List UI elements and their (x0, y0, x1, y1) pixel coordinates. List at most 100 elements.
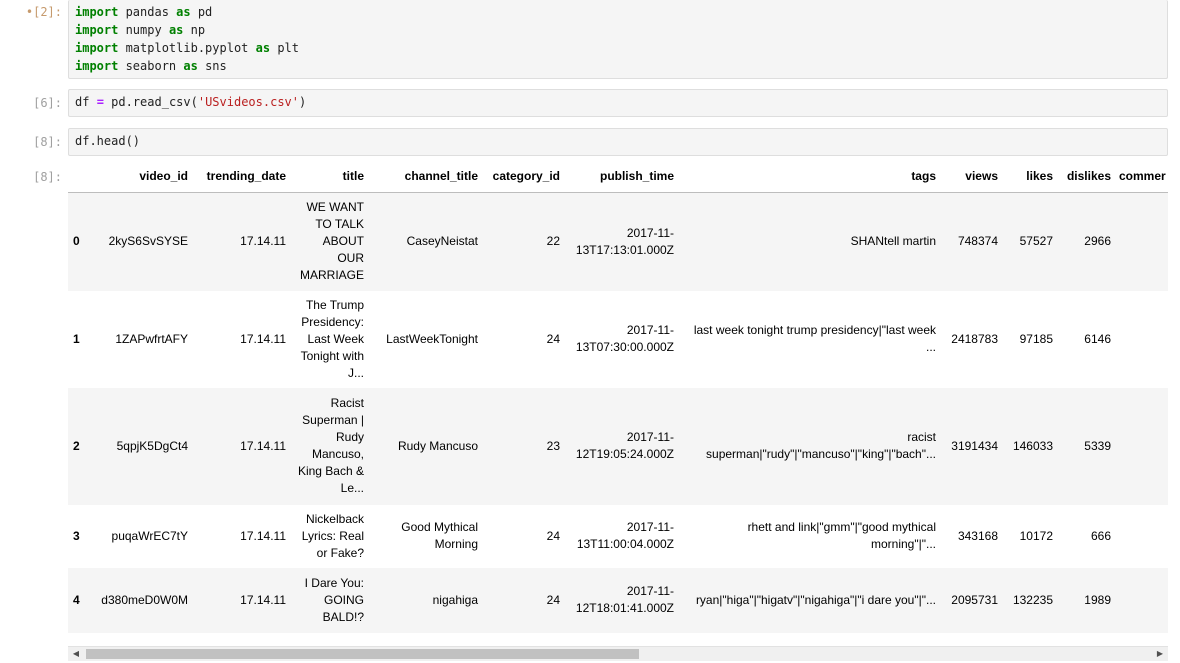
code-line: import matplotlib.pyplot as plt (75, 39, 1161, 57)
code-line: df.head() (75, 132, 1161, 150)
row-index: 3 (73, 528, 80, 543)
column-header: dislikes (1057, 160, 1115, 193)
dataframe-table: video_id trending_date title channel_title c… (68, 160, 1168, 633)
code-token: import (75, 59, 119, 73)
column-header: commer (1115, 160, 1168, 193)
column-header: channel_title (368, 160, 482, 193)
code-token: pandas (118, 5, 177, 19)
row-index: 1 (73, 331, 80, 346)
cell-likes: 10172 (1019, 528, 1053, 543)
code-token: as (255, 41, 271, 55)
cell-publish-time: 2017-11-12T18:01:41.000Z (575, 584, 674, 615)
cell-category-id: 24 (546, 592, 560, 607)
cell-channel-title: LastWeekTonight (386, 331, 478, 346)
cell-views: 2095731 (951, 592, 998, 607)
cell-views: 3191434 (951, 438, 998, 453)
row-index: 0 (73, 234, 80, 249)
cell-tags: racist superman|"rudy"|"mancuso"|"king"|… (706, 430, 936, 461)
cell-publish-time: 2017-11-13T11:00:04.000Z (576, 520, 674, 551)
code-token: import (75, 41, 119, 55)
column-header: trending_date (192, 160, 290, 193)
row-index: 4 (73, 592, 80, 607)
cell-title: Racist Superman | Rudy Mancuso, King Bac… (297, 396, 364, 495)
cell-title: The Trump Presidency: Last Week Tonight … (300, 297, 364, 380)
table-row: 1 1ZAPwfrtAFY 17.14.11 The Trump Presidency… (68, 290, 1168, 388)
horizontal-scrollbar[interactable]: ◀ ▶ (68, 646, 1168, 661)
cell-prompt: •[2]: (25, 5, 62, 19)
cell-category-id: 22 (546, 234, 560, 249)
code-token: np (183, 23, 206, 37)
code-token: import (75, 5, 119, 19)
cell-channel-title: Rudy Mancuso (397, 438, 478, 453)
cell-video-id: puqaWrEC7tY (111, 528, 188, 543)
cell-dislikes: 1989 (1084, 592, 1111, 607)
column-header (68, 160, 88, 193)
cell-comments (1115, 291, 1168, 388)
scroll-right-icon[interactable]: ▶ (1152, 647, 1168, 661)
table-row: 4 d380meD0W0M 17.14.11 I Dare You: GOING BA… (68, 567, 1168, 633)
code-token: as (183, 59, 198, 73)
cell-prompt: [6]: (33, 96, 62, 110)
cell-trending-date: 17.14.11 (240, 528, 286, 543)
code-editor[interactable]: df = pd.read_csv('USvideos.csv') (68, 89, 1168, 117)
cell-tags: last week tonight trump presidency|"last… (693, 323, 936, 354)
column-header: video_id (88, 160, 192, 193)
code-token: pd.read_csv( (103, 95, 198, 109)
scrollbar-thumb[interactable] (86, 649, 639, 659)
cell-comments (1115, 193, 1168, 291)
code-line: import numpy as np (75, 21, 1161, 39)
cell-video-id: d380meD0W0M (101, 592, 188, 607)
code-editor[interactable]: import pandas as pd import numpy as np imp… (68, 0, 1168, 79)
code-token: as (176, 5, 191, 19)
cell-dislikes: 2966 (1084, 234, 1111, 249)
cell-likes: 132235 (1012, 592, 1053, 607)
cell-trending-date: 17.14.11 (240, 438, 286, 453)
code-line: df = pd.read_csv('USvideos.csv') (75, 93, 1161, 111)
row-index: 2 (73, 438, 80, 453)
code-token: import (75, 23, 119, 37)
cell-title: I Dare You: GOING BALD!? (304, 575, 364, 624)
dataframe-output: video_id trending_date title channel_title c… (68, 160, 1168, 646)
cell-tags: ryan|"higa"|"higatv"|"nigahiga"|"i dare … (695, 592, 936, 607)
table-row: 3 puqaWrEC7tY 17.14.11 Nickelback Lyrics: R… (68, 504, 1168, 568)
code-editor[interactable]: df.head() (68, 128, 1168, 156)
cell-likes: 57527 (1019, 234, 1053, 249)
cell-trending-date: 17.14.11 (240, 331, 286, 346)
cell-category-id: 23 (546, 438, 560, 453)
column-header: category_id (482, 160, 564, 193)
notebook: •[2]: import pandas as pd import numpy as… (0, 0, 1180, 663)
cell-category-id: 24 (546, 528, 560, 543)
cell-prompt: [8]: (33, 135, 62, 149)
output-prompt: [8]: (33, 170, 62, 184)
cell-views: 2418783 (951, 331, 998, 346)
column-header: tags (678, 160, 940, 193)
cell-trending-date: 17.14.11 (240, 592, 286, 607)
cell-dislikes: 666 (1090, 528, 1111, 543)
cell-publish-time: 2017-11-13T17:13:01.000Z (575, 225, 674, 257)
code-token: 'USvideos.csv' (197, 95, 299, 109)
column-header: publish_time (564, 160, 678, 193)
code-token: plt (270, 41, 299, 55)
cell-channel-title: CaseyNeistat (406, 234, 478, 249)
code-token: df.head() (75, 134, 141, 148)
column-header: views (940, 160, 1002, 193)
cell-likes: 97185 (1019, 331, 1053, 346)
code-token: numpy (118, 23, 169, 37)
table-row: 2 5qpjK5DgCt4 17.14.11 Racist Superman | Ru… (68, 387, 1168, 505)
cell-dislikes: 5339 (1084, 438, 1111, 453)
cell-views: 748374 (957, 234, 998, 249)
table-header-row: video_id trending_date title channel_title c… (68, 160, 1168, 193)
cell-comments (1115, 568, 1168, 633)
cell-channel-title: Good Mythical Morning (401, 520, 478, 551)
cell-views: 343168 (957, 528, 998, 543)
cell-video-id: 2kyS6SvSYSE (108, 234, 188, 249)
code-token: pd (190, 5, 213, 19)
code-token: sns (197, 59, 227, 73)
scroll-left-icon[interactable]: ◀ (68, 647, 84, 661)
cell-comments (1115, 388, 1168, 505)
code-token: seaborn (118, 59, 184, 73)
cell-category-id: 24 (546, 331, 560, 346)
cell-channel-title: nigahiga (432, 592, 478, 607)
code-token: df (75, 95, 97, 109)
cell-title: WE WANT TO TALK ABOUT OUR MARRIAGE (299, 200, 364, 283)
